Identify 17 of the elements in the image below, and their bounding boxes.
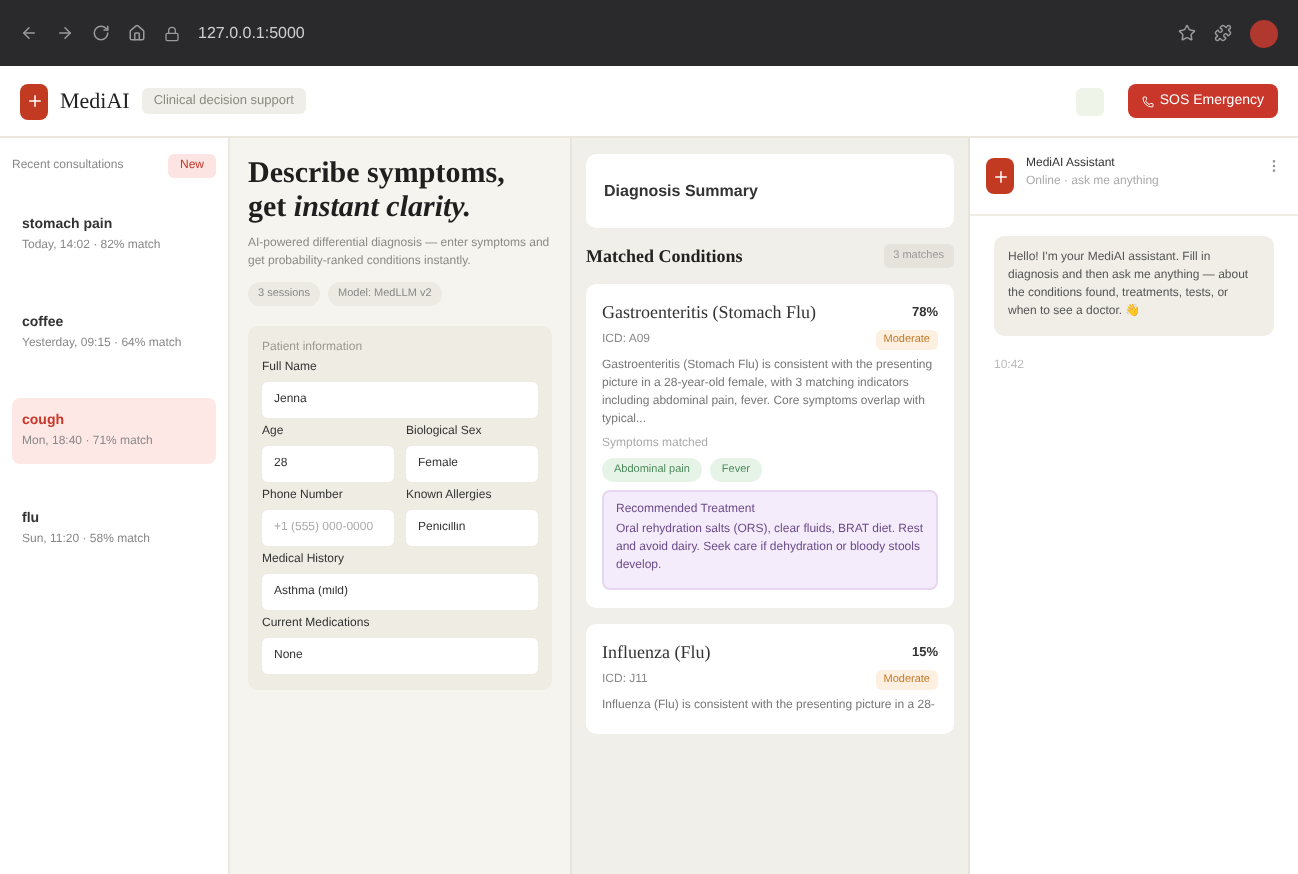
reload-icon[interactable] (92, 24, 110, 42)
logo-icon (20, 83, 48, 119)
logo-text: MediAI (60, 89, 130, 113)
lock-icon (164, 25, 180, 41)
section-title: Matched Conditions (586, 246, 743, 266)
condition-name: Gastroenteritis (Stomach Flu) (602, 302, 816, 322)
puzzle-icon[interactable] (1214, 24, 1232, 42)
forward-icon[interactable] (56, 24, 74, 42)
assistant-icon (986, 158, 1014, 194)
back-icon[interactable] (20, 24, 38, 42)
summary-card: Diagnosis Summary (586, 154, 954, 228)
phone-icon (1141, 95, 1154, 107)
page-heading: Describe symptoms, get instant clarity. (248, 158, 507, 226)
url-text[interactable]: 127.0.0.1:5000 (198, 24, 1160, 42)
condition-name: Influenza (Flu) (602, 642, 711, 662)
star-icon[interactable] (1178, 24, 1196, 42)
home-icon[interactable] (128, 24, 146, 42)
